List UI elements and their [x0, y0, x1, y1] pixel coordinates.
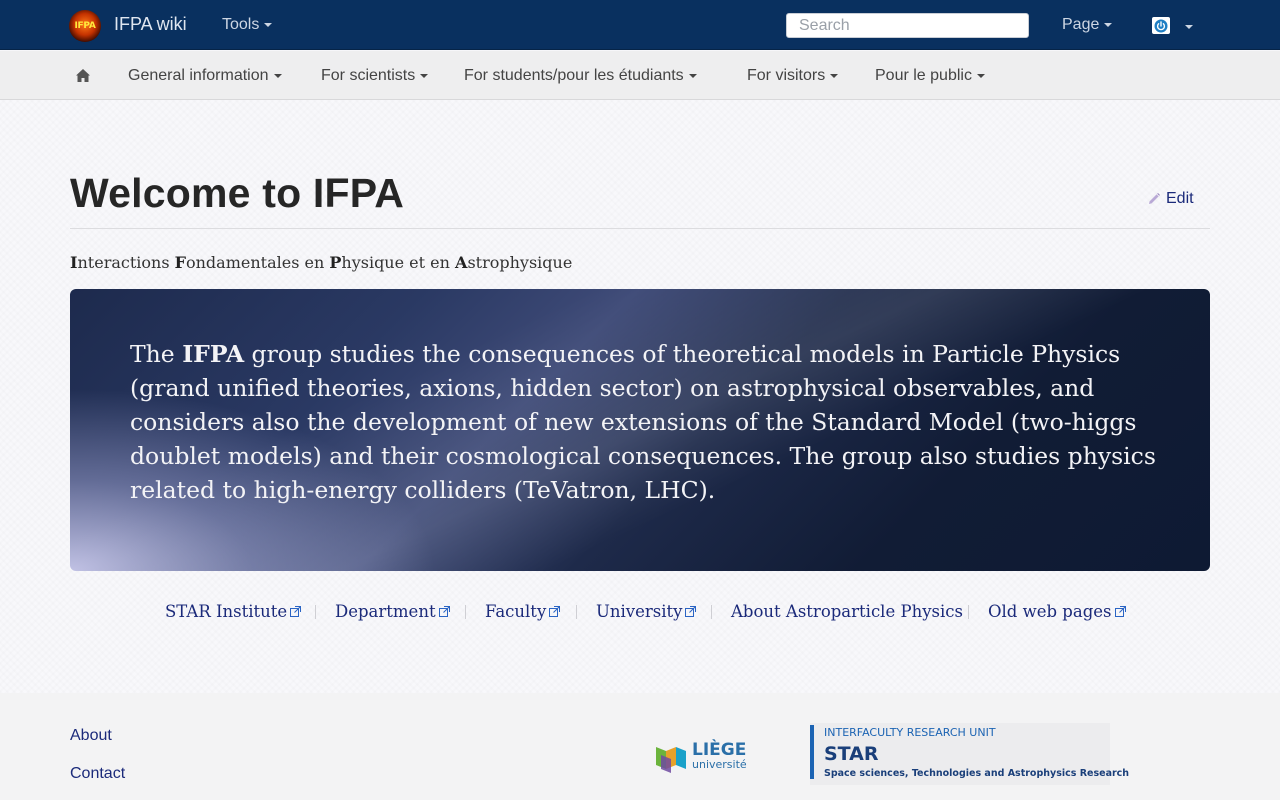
- user-menu-toggle[interactable]: [1180, 16, 1193, 35]
- caret-down-icon: [830, 73, 839, 78]
- link-separator: [465, 605, 466, 619]
- nav-for-visitors[interactable]: For visitors: [747, 67, 839, 85]
- nav-pour-le-public[interactable]: Pour le public: [875, 67, 985, 85]
- subtitle-text: nteractions: [77, 253, 175, 272]
- tools-menu-label: Tools: [222, 16, 260, 33]
- uliege-title: LIÈGE: [692, 740, 747, 760]
- external-link-icon: [1114, 606, 1126, 617]
- subtitle-initial: F: [174, 253, 186, 272]
- page-title: Welcome to IFPA: [70, 170, 405, 216]
- caret-down-icon: [1104, 22, 1113, 27]
- related-links: STAR Institute Department Faculty Univer…: [0, 602, 1280, 626]
- link-separator: [968, 605, 969, 619]
- external-link-icon: [290, 606, 302, 617]
- ifpa-logo[interactable]: IFPA: [69, 10, 101, 42]
- link-label: STAR Institute: [165, 602, 288, 621]
- external-link-icon: [438, 606, 450, 617]
- link-star-institute[interactable]: STAR Institute: [165, 602, 302, 621]
- link-label: Old web pages: [988, 602, 1112, 621]
- nav-general-information[interactable]: General information: [128, 67, 282, 85]
- subtitle-text: ondamentales en: [185, 253, 330, 272]
- link-separator: [315, 605, 316, 619]
- subtitle-text: hysique et en: [341, 253, 456, 272]
- title-divider: [70, 228, 1210, 229]
- hero-body: group studies the consequences of theore…: [130, 340, 1156, 504]
- link-about-astroparticle-physics[interactable]: About Astroparticle Physics: [731, 602, 963, 621]
- pencil-icon: [1149, 193, 1160, 204]
- nav-item-label: For scientists: [321, 67, 416, 84]
- subtitle-initial: P: [329, 253, 342, 272]
- link-faculty[interactable]: Faculty: [485, 602, 561, 621]
- hero-lead: The: [130, 340, 183, 368]
- star-logo-caption: INTERFACULTY RESEARCH UNIT: [824, 726, 996, 739]
- caret-down-icon: [264, 22, 273, 27]
- page-menu[interactable]: Page: [1062, 16, 1113, 34]
- external-link-icon: [549, 606, 561, 617]
- link-separator: [576, 605, 577, 619]
- search-input[interactable]: [786, 13, 1029, 38]
- nav-item-label: Pour le public: [875, 67, 972, 84]
- hero-bold: IFPA: [182, 340, 245, 368]
- nav-for-scientists[interactable]: For scientists: [321, 67, 429, 85]
- star-logo-tagline: Space sciences, Technologies and Astroph…: [824, 768, 1130, 779]
- caret-down-icon: [1185, 24, 1193, 29]
- uliege-wordmark: LIÈGE université: [692, 740, 747, 771]
- link-separator: [711, 605, 712, 619]
- caret-down-icon: [688, 73, 697, 78]
- hero-banner: The IFPA group studies the consequences …: [70, 289, 1210, 571]
- caret-down-icon: [420, 73, 429, 78]
- link-label: Faculty: [485, 602, 547, 621]
- nav-item-label: General information: [128, 67, 269, 84]
- footer-about-link[interactable]: About: [70, 727, 112, 745]
- home-icon[interactable]: [75, 68, 91, 84]
- uliege-mark-icon: [656, 747, 686, 773]
- page-menu-label: Page: [1062, 16, 1100, 33]
- hero-description: The IFPA group studies the consequences …: [130, 337, 1160, 507]
- external-link-icon: [685, 606, 697, 617]
- uliege-subtitle: université: [692, 758, 747, 771]
- nav-item-label: For visitors: [747, 67, 826, 84]
- tools-menu[interactable]: Tools: [222, 16, 273, 34]
- main-navigation: General information For scientists For s…: [0, 51, 1280, 100]
- page-subtitle: Interactions Fondamentales en Physique e…: [70, 253, 572, 272]
- subtitle-text: strophysique: [467, 253, 573, 272]
- star-logo-bar: [810, 725, 814, 779]
- star-logo-name: STAR: [824, 743, 879, 765]
- link-old-web-pages[interactable]: Old web pages: [988, 602, 1126, 621]
- star-logo[interactable]: INTERFACULTY RESEARCH UNIT STAR Space sc…: [810, 723, 1129, 785]
- nav-item-label: For students/pour les étudiants: [464, 67, 684, 84]
- link-department[interactable]: Department: [335, 602, 450, 621]
- edit-label: Edit: [1166, 190, 1194, 207]
- uliege-logo[interactable]: LIÈGE université: [654, 737, 756, 775]
- subtitle-initial: A: [455, 253, 468, 272]
- link-label: Department: [335, 602, 436, 621]
- caret-down-icon: [273, 73, 282, 78]
- footer-contact-link[interactable]: Contact: [70, 765, 125, 783]
- link-university[interactable]: University: [596, 602, 697, 621]
- link-label: About Astroparticle Physics: [731, 602, 963, 621]
- brand-name[interactable]: IFPA wiki: [114, 14, 187, 35]
- edit-button[interactable]: Edit: [1147, 190, 1194, 208]
- link-label: University: [596, 602, 683, 621]
- nav-for-students[interactable]: For students/pour les étudiants: [464, 67, 697, 85]
- login-power-icon[interactable]: [1152, 17, 1170, 34]
- top-navbar: IFPA IFPA wiki Tools Page: [0, 0, 1280, 50]
- caret-down-icon: [976, 73, 985, 78]
